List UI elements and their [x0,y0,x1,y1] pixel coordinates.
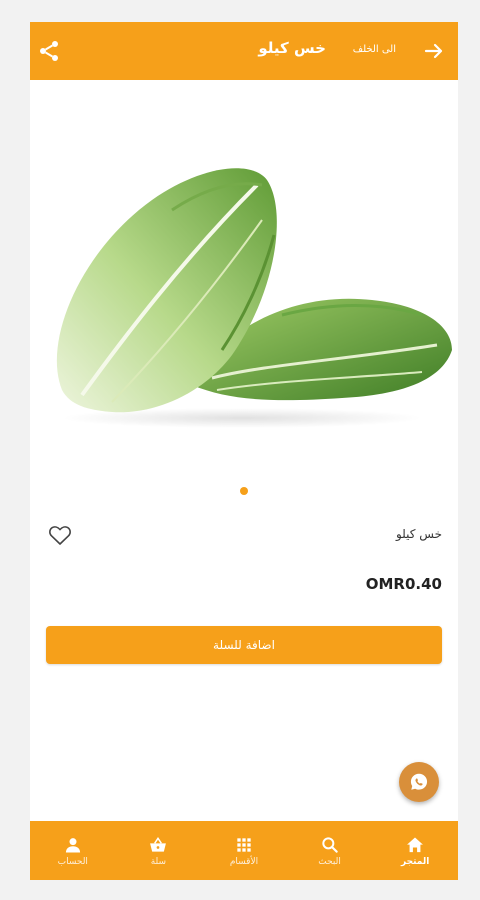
whatsapp-icon [410,773,428,790]
basket-icon [150,836,167,852]
share-icon[interactable] [37,39,61,63]
carousel-indicator[interactable] [240,487,248,495]
product-name: خس كيلو [395,527,442,541]
arrow-forward-icon[interactable] [422,39,446,63]
page-title: خس كيلو [258,39,326,57]
product-price: OMR0.40 [365,575,442,593]
product-image [42,140,458,440]
nav-item-store[interactable]: المتجر [372,821,458,880]
nav-label: المتجر [401,856,430,867]
app-screen: خس كيلو الى الخلف خس كيلو OMR0.40 اضافة … [30,22,458,880]
nav-label: الأقسام [229,856,259,867]
add-to-cart-button[interactable]: اضافة للسلة [46,626,442,664]
grid-icon [237,837,251,852]
nav-label: البحث [318,856,341,867]
top-app-bar: خس كيلو الى الخلف [30,22,458,80]
nav-item-cart[interactable]: سلة [116,821,202,880]
search-icon [321,836,338,853]
back-label[interactable]: الى الخلف [353,44,396,55]
bottom-navigation: الحساب سلة الأقسام البحث المتجر [30,821,458,880]
heart-icon[interactable] [48,524,72,546]
home-icon [407,837,424,852]
nav-item-search[interactable]: البحث [287,821,373,880]
nav-label: الحساب [57,856,88,867]
nav-item-categories[interactable]: الأقسام [201,821,287,880]
nav-label: سلة [150,856,167,867]
whatsapp-button[interactable] [399,762,439,802]
person-icon [65,837,80,852]
nav-item-account[interactable]: الحساب [30,821,116,880]
